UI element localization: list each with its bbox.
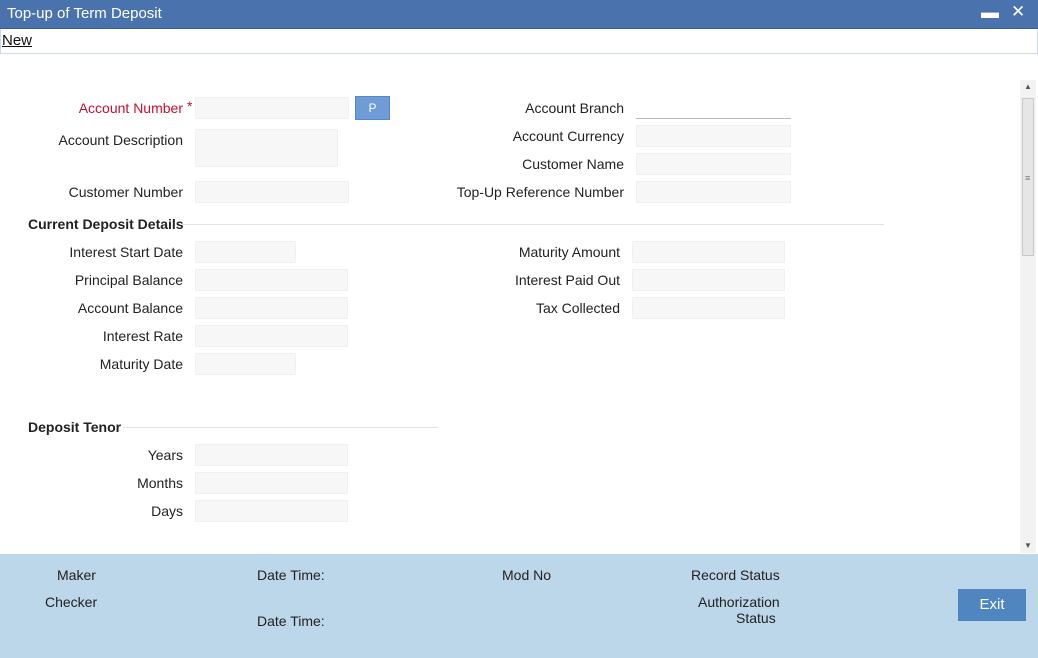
scrollbar-thumb[interactable]: ≡: [1022, 98, 1034, 256]
scroll-up-icon[interactable]: ▲: [1020, 80, 1036, 94]
years-field[interactable]: [195, 444, 348, 466]
interest-paid-out-field[interactable]: [632, 269, 785, 291]
principal-balance-field[interactable]: [195, 269, 348, 291]
authorization-status-label: Status: [736, 610, 776, 626]
maker-date-time-label: Date Time:: [257, 567, 325, 583]
account-description-label: Account Description: [58, 132, 183, 148]
months-label: Months: [137, 475, 183, 491]
account-currency-label: Account Currency: [512, 128, 624, 144]
account-currency-field[interactable]: [636, 125, 791, 147]
account-number-field[interactable]: [195, 97, 349, 119]
maturity-amount-label: Maturity Amount: [518, 244, 620, 260]
customer-name-field[interactable]: [636, 153, 791, 175]
account-balance-field[interactable]: [195, 297, 348, 319]
deposit-tenor-divider: [123, 427, 438, 428]
scroll-down-icon[interactable]: ▼: [1020, 539, 1036, 553]
years-label: Years: [147, 447, 183, 463]
maturity-date-label: Maturity Date: [99, 356, 183, 372]
maturity-date-field[interactable]: [195, 353, 296, 375]
months-field[interactable]: [195, 472, 348, 494]
days-label: Days: [151, 503, 183, 519]
interest-rate-field[interactable]: [195, 325, 348, 347]
current-deposit-divider: [180, 224, 884, 225]
tax-collected-field[interactable]: [632, 297, 785, 319]
topup-reference-number-label: Top-Up Reference Number: [456, 184, 624, 200]
checker-date-time-label: Date Time:: [257, 613, 325, 629]
interest-start-date-field[interactable]: [195, 241, 296, 263]
title-bar: Top-up of Term Deposit ▬ ✕: [0, 0, 1038, 29]
maker-label: Maker: [57, 567, 96, 583]
customer-name-label: Customer Name: [522, 156, 624, 172]
new-menu-item[interactable]: New: [2, 32, 32, 49]
account-branch-label: Account Branch: [525, 100, 624, 116]
principal-balance-label: Principal Balance: [74, 272, 183, 288]
customer-number-label: Customer Number: [68, 184, 183, 200]
account-branch-field[interactable]: [636, 97, 791, 119]
current-deposit-details-heading: Current Deposit Details: [28, 216, 184, 232]
record-status-label: Record Status: [691, 567, 780, 583]
required-marker: *: [187, 98, 193, 114]
tax-collected-label: Tax Collected: [535, 300, 620, 316]
authorization-label: Authorization: [698, 594, 780, 610]
customer-number-field[interactable]: [195, 181, 349, 203]
vertical-scrollbar[interactable]: ▲ ≡ ▼: [1020, 80, 1036, 553]
interest-start-date-label: Interest Start Date: [69, 244, 183, 260]
deposit-tenor-heading: Deposit Tenor: [28, 419, 122, 435]
grip-icon: ≡: [1025, 173, 1031, 183]
menu-bar: New: [0, 29, 1038, 54]
close-icon[interactable]: ✕: [1011, 1, 1025, 23]
interest-paid-out-label: Interest Paid Out: [514, 272, 620, 288]
days-field[interactable]: [195, 500, 348, 522]
interest-rate-label: Interest Rate: [102, 328, 183, 344]
account-description-field[interactable]: [195, 129, 338, 167]
minimize-icon[interactable]: ▬: [981, 1, 999, 23]
checker-label: Checker: [45, 594, 98, 610]
topup-reference-number-field[interactable]: [636, 181, 791, 203]
account-number-label: Account Number: [78, 100, 183, 116]
window-title: Top-up of Term Deposit: [7, 5, 162, 22]
exit-button[interactable]: Exit: [958, 589, 1026, 621]
p-lookup-button[interactable]: P: [355, 96, 390, 120]
form-content: Account Number * P Account Description C…: [0, 54, 1020, 554]
audit-footer: Maker Checker Date Time: Date Time: Mod …: [0, 554, 1038, 658]
account-balance-label: Account Balance: [77, 300, 183, 316]
maturity-amount-field[interactable]: [632, 241, 785, 263]
mod-no-label: Mod No: [502, 567, 552, 583]
